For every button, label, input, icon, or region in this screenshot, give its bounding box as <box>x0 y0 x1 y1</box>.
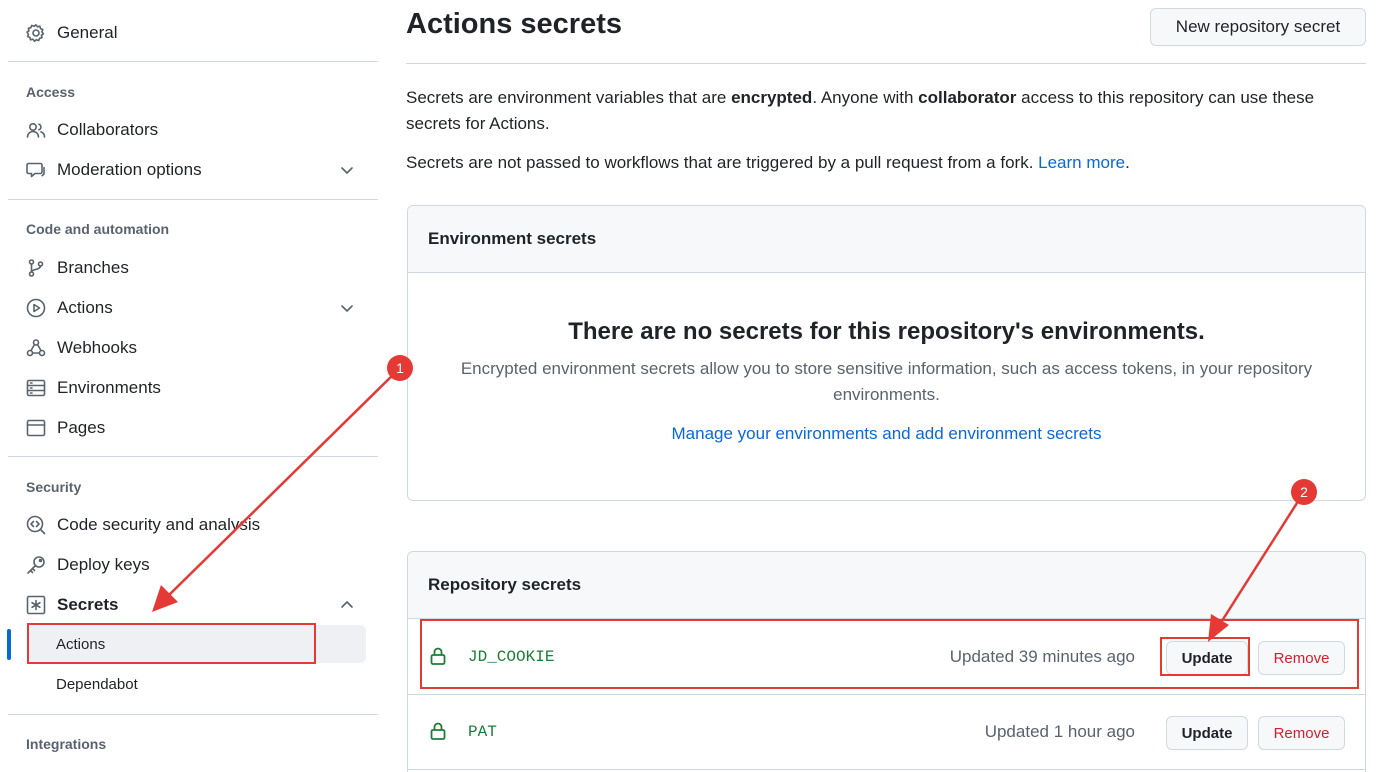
update-secret-button[interactable]: Update <box>1166 716 1248 750</box>
section-title-security: Security <box>26 479 82 495</box>
sidebar-divider <box>8 61 378 62</box>
asterisk-icon <box>25 594 47 616</box>
sidebar-item-pages[interactable]: Pages <box>20 411 366 445</box>
sidebar-divider <box>8 199 378 200</box>
secret-name: PAT <box>468 723 497 741</box>
new-repository-secret-button[interactable]: New repository secret <box>1150 8 1366 46</box>
sidebar-item-deploy-keys[interactable]: Deploy keys <box>20 548 366 582</box>
key-icon <box>25 554 47 576</box>
annotation-badge-1: 1 <box>387 355 413 381</box>
sidebar-subitem-dependabot[interactable]: Dependabot <box>28 665 366 703</box>
sidebar-item-collaborators[interactable]: Collaborators <box>20 113 366 147</box>
environment-secrets-box: Environment secrets There are no secrets… <box>407 205 1366 501</box>
sidebar-item-label: Environments <box>57 378 161 397</box>
sidebar-item-label: General <box>57 23 118 42</box>
empty-state-description: Encrypted environment secrets allow you … <box>460 359 1313 404</box>
sidebar-item-label: Collaborators <box>57 120 159 139</box>
comment-icon <box>25 159 47 181</box>
annotation-badge-2: 2 <box>1291 479 1317 505</box>
sidebar-item-general[interactable]: General <box>20 16 366 50</box>
sidebar-item-label: Actions <box>57 298 113 317</box>
section-title-code-automation: Code and automation <box>26 221 170 237</box>
secret-row: PAT Updated 1 hour ago Update Remove <box>408 695 1365 770</box>
sidebar-item-label: Deploy keys <box>57 555 150 574</box>
sidebar-item-environments[interactable]: Environments <box>20 371 366 405</box>
annotation-highlight-update <box>1160 637 1250 676</box>
sidebar-item-label: Moderation options <box>57 160 202 179</box>
sidebar-item-moderation[interactable]: Moderation options <box>20 153 366 187</box>
annotation-highlight-actions <box>27 623 316 664</box>
section-title-access: Access <box>26 84 76 100</box>
chevron-up-icon[interactable] <box>338 596 356 614</box>
header-divider <box>406 63 1366 64</box>
sidebar-item-actions[interactable]: Actions <box>20 291 366 325</box>
play-icon <box>25 297 47 319</box>
remove-secret-button[interactable]: Remove <box>1258 716 1345 750</box>
chevron-down-icon[interactable] <box>338 299 356 317</box>
active-indicator <box>7 629 11 660</box>
note-text: Secrets are not passed to workflows that… <box>406 153 1039 172</box>
sidebar-item-secrets[interactable]: Secrets <box>20 588 366 622</box>
intro-text: . Anyone with <box>812 88 919 107</box>
intro-paragraph: Secrets are environment variables that a… <box>406 85 1366 137</box>
lock-icon <box>430 722 446 740</box>
manage-environments-link[interactable]: Manage your environments and add environ… <box>408 424 1365 444</box>
page-title: Actions secrets <box>406 8 622 40</box>
empty-state-title: There are no secrets for this repository… <box>568 318 1205 345</box>
sidebar-item-label: Secrets <box>57 595 119 614</box>
sidebar-divider <box>8 456 378 457</box>
sidebar-item-code-security[interactable]: Code security and analysis <box>20 508 366 542</box>
learn-more-link[interactable]: Learn more <box>1038 153 1125 172</box>
sidebar-subitem-label: Dependabot <box>56 675 138 693</box>
sidebar-item-webhooks[interactable]: Webhooks <box>20 331 366 365</box>
secret-updated: Updated 1 hour ago <box>984 722 1135 741</box>
sidebar-item-label: Webhooks <box>57 338 138 357</box>
webhook-icon <box>25 337 47 359</box>
sidebar-item-label: Code security and analysis <box>57 515 261 534</box>
server-icon <box>25 377 47 399</box>
people-icon <box>25 119 47 141</box>
intro-emphasis: encrypted <box>731 88 813 107</box>
codescan-icon <box>25 514 47 536</box>
fork-note: Secrets are not passed to workflows that… <box>406 150 1366 176</box>
note-text: . <box>1125 153 1130 172</box>
section-title-integrations: Integrations <box>26 736 107 752</box>
repository-secrets-header: Repository secrets <box>408 552 1365 619</box>
sidebar-item-label: Branches <box>57 258 129 277</box>
sidebar-divider <box>8 714 378 715</box>
intro-text: Secrets are environment variables that a… <box>406 88 732 107</box>
environment-secrets-header: Environment secrets <box>408 206 1365 273</box>
intro-emphasis: collaborator <box>918 88 1017 107</box>
chevron-down-icon[interactable] <box>338 161 356 179</box>
sidebar-item-branches[interactable]: Branches <box>20 251 366 285</box>
branch-icon <box>25 257 47 279</box>
browser-icon <box>25 417 47 439</box>
gear-icon <box>25 22 47 44</box>
sidebar-item-label: Pages <box>57 418 106 437</box>
